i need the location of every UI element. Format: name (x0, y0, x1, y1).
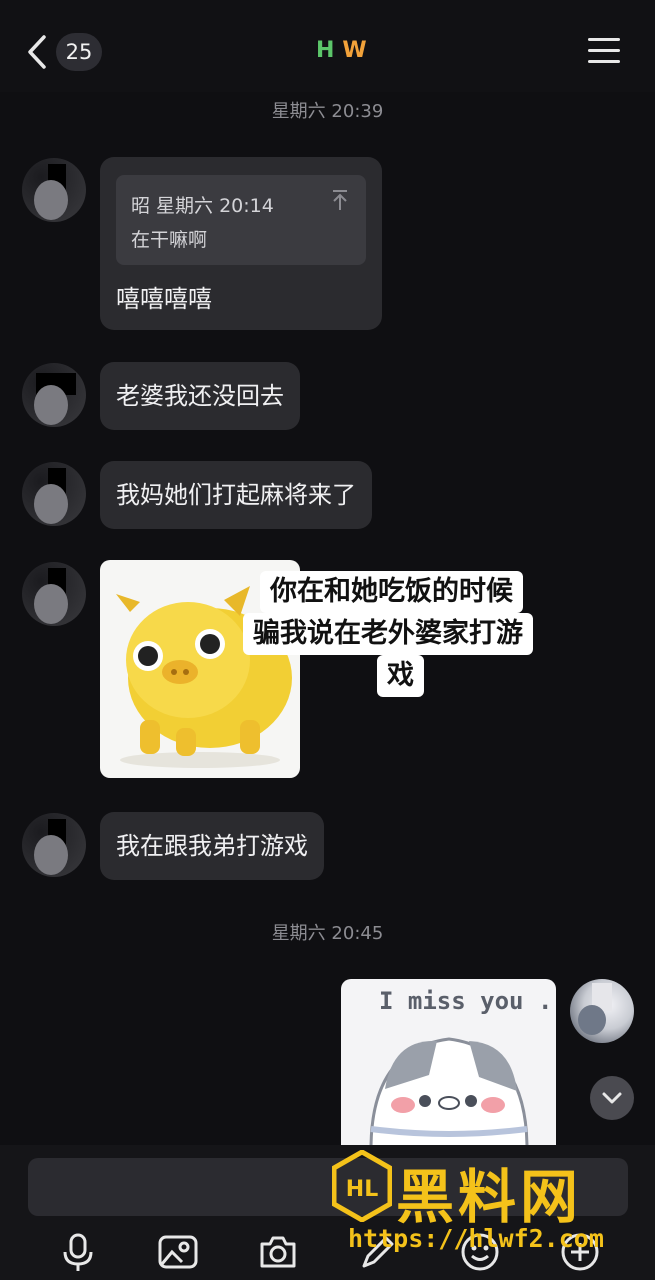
scroll-to-bottom-button[interactable] (590, 1076, 634, 1120)
message-text: 嘻嘻嘻嘻 (116, 285, 212, 313)
cat-illustration (369, 1037, 529, 1149)
image-icon[interactable] (158, 1232, 198, 1272)
message-text: 我妈她们打起麻将来了 (116, 481, 356, 509)
message-bubble[interactable]: 我在跟我弟打游戏 (100, 812, 324, 880)
timestamp: 星期六 20:45 (271, 923, 384, 944)
avatar[interactable] (22, 813, 86, 877)
sticker-caption: 你在和她吃饭的时候 (260, 571, 523, 613)
message-text: 老婆我还没回去 (116, 382, 284, 410)
avatar[interactable] (22, 158, 86, 222)
chat-title: HW (316, 38, 369, 63)
chat-title-part-h: H (316, 38, 337, 63)
camera-icon[interactable] (258, 1232, 298, 1272)
message-text: 我在跟我弟打游戏 (116, 832, 308, 860)
message-bubble[interactable]: 我妈她们打起麻将来了 (100, 461, 372, 529)
self-avatar[interactable] (570, 979, 634, 1043)
unread-count-badge[interactable]: 25 (56, 33, 102, 71)
sticker-caption: 戏 (377, 655, 424, 697)
message-bubble-quote[interactable]: 昭 星期六 20:14 在干嘛啊 嘻嘻嘻嘻 (100, 157, 382, 330)
avatar[interactable] (22, 562, 86, 626)
microphone-icon[interactable] (58, 1232, 98, 1272)
quoted-message[interactable]: 昭 星期六 20:14 在干嘛啊 (116, 175, 366, 265)
pin-top-icon (333, 190, 347, 210)
watermark-logo-icon: HL (332, 1150, 392, 1222)
message-bubble[interactable]: 老婆我还没回去 (100, 362, 300, 430)
chevron-left-icon[interactable] (24, 34, 52, 70)
watermark-url: https://hlwf2.com (348, 1224, 604, 1253)
svg-text:HL: HL (346, 1177, 378, 1202)
quoted-message-text: 在干嘛啊 (131, 229, 208, 251)
sticker-caption: 骗我说在老外婆家打游 (243, 613, 533, 655)
timestamp: 星期六 20:39 (271, 101, 384, 122)
chevron-down-icon (602, 1092, 622, 1104)
watermark: HL 黑料网 https://hlwf2.com (330, 1148, 650, 1258)
avatar[interactable] (22, 363, 86, 427)
avatar[interactable] (22, 462, 86, 526)
hamburger-menu-icon[interactable] (588, 38, 620, 64)
chat-title-part-w: W (342, 38, 369, 63)
watermark-text: 黑料网 (396, 1163, 583, 1231)
quoted-message-meta: 昭 星期六 20:14 (131, 195, 274, 217)
crying-cat-sticker[interactable]: I miss you . (341, 979, 556, 1149)
